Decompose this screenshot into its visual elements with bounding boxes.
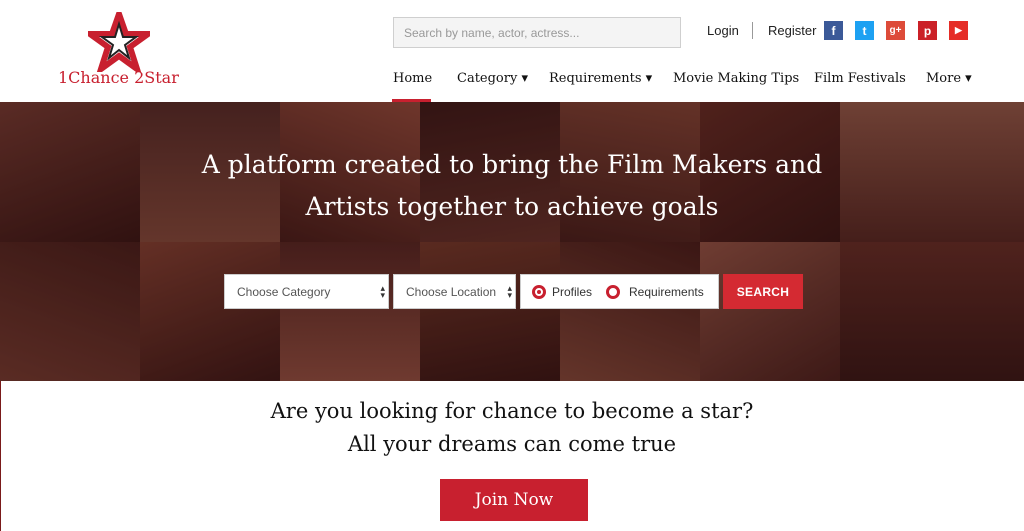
requirements-radio-label[interactable]: Requirements [629, 285, 704, 299]
search-placeholder: Search by name, actor, actress... [404, 25, 580, 40]
category-select[interactable]: Choose Category ▴ ▾ [224, 274, 389, 309]
divider [752, 22, 753, 39]
category-select-value: Choose Category [237, 284, 331, 299]
join-now-button[interactable]: Join Now [440, 479, 588, 521]
left-edge-border [0, 381, 1, 531]
nav-category[interactable]: Category ▾ [457, 71, 528, 86]
location-select[interactable]: Choose Location ▴ ▾ [393, 274, 516, 309]
search-type-radio-group: Profiles Requirements [520, 274, 719, 309]
select-arrows-icon: ▴ ▾ [507, 283, 512, 300]
location-select-value: Choose Location [406, 284, 497, 299]
youtube-icon[interactable]: ▶ [949, 21, 968, 40]
nav-more[interactable]: More ▾ [926, 71, 972, 86]
pinterest-icon[interactable]: p [918, 21, 937, 40]
search-input[interactable]: Search by name, actor, actress... [393, 17, 681, 48]
hero-title: A platform created to bring the Film Mak… [0, 144, 1024, 228]
hero-title-line-1: A platform created to bring the Film Mak… [201, 150, 823, 179]
twitter-icon[interactable]: t [855, 21, 874, 40]
facebook-icon[interactable]: f [824, 21, 843, 40]
nav-film-festivals[interactable]: Film Festivals [814, 71, 906, 86]
nav-home[interactable]: Home [393, 71, 432, 86]
hero-banner: A platform created to bring the Film Mak… [0, 102, 1024, 381]
login-link[interactable]: Login [707, 23, 739, 38]
register-link[interactable]: Register [768, 23, 816, 38]
profiles-radio-label[interactable]: Profiles [552, 285, 592, 299]
select-arrows-icon: ▴ ▾ [380, 283, 385, 300]
logo-text: 1Chance 2Star [58, 68, 179, 87]
tagline-line-2: All your dreams can come true [347, 432, 677, 456]
site-header: 1Chance 2Star Search by name, actor, act… [0, 0, 1024, 102]
nav-requirements[interactable]: Requirements ▾ [549, 71, 652, 86]
search-button[interactable]: SEARCH [723, 274, 803, 309]
logo[interactable]: 1Chance 2Star [58, 12, 188, 92]
tagline-line-1: Are you looking for chance to become a s… [270, 399, 754, 423]
nav-movie-making-tips[interactable]: Movie Making Tips [673, 71, 799, 86]
requirements-radio[interactable] [606, 285, 620, 299]
google-plus-icon[interactable]: g+ [886, 21, 905, 40]
profiles-radio[interactable] [532, 285, 546, 299]
star-logo-icon [88, 12, 150, 72]
hero-title-line-2: Artists together to achieve goals [305, 192, 719, 221]
